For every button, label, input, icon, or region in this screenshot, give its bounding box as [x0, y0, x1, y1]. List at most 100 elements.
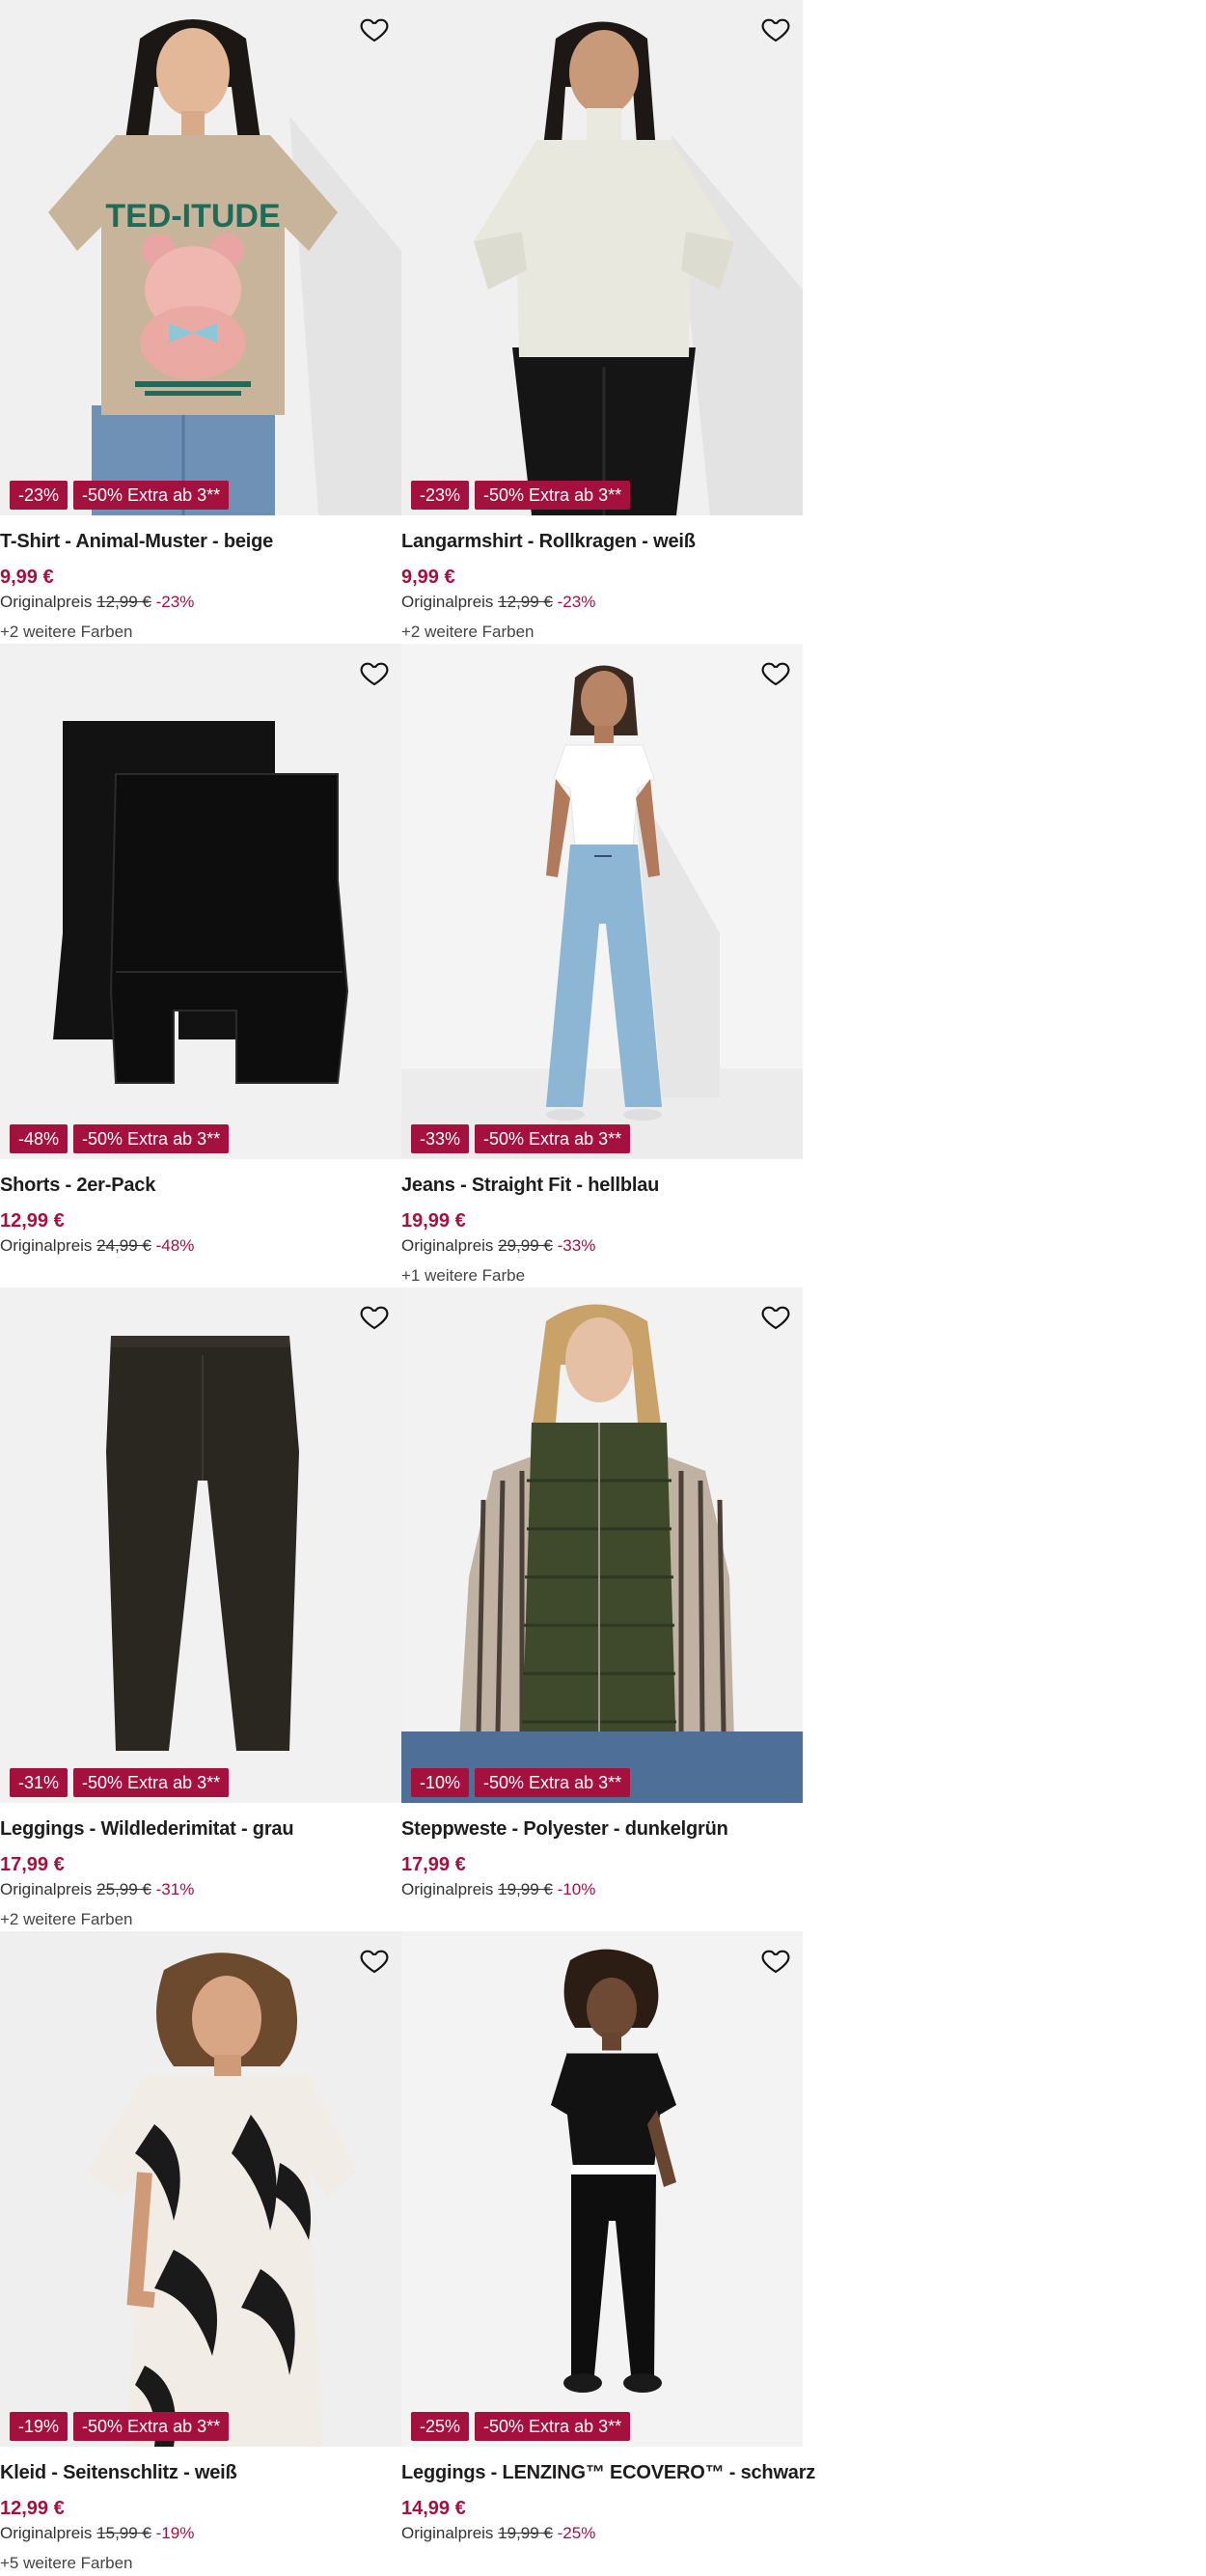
product-card[interactable]: TED-ITUDE -23% -50% Extra ab 3** T-Shirt…: [0, 0, 401, 644]
discount-badge: -23%: [10, 481, 69, 510]
extra-discount-badge: -50% Extra ab 3**: [475, 1124, 631, 1153]
original-price-label: Originalpreis: [0, 1880, 93, 1898]
wishlist-button[interactable]: [756, 10, 795, 48]
original-price-label: Originalpreis: [401, 2524, 494, 2542]
more-colors-link[interactable]: +5 weitere Farben: [0, 2554, 133, 2573]
original-price-label: Originalpreis: [401, 1236, 494, 1255]
original-price: 29,99 €: [498, 1236, 553, 1255]
original-price-line: Originalpreis 12,99 € -23%: [0, 593, 194, 612]
original-price: 15,99 €: [96, 2524, 151, 2542]
original-price-label: Originalpreis: [0, 1236, 93, 1255]
badge-group: -23% -50% Extra ab 3**: [10, 481, 230, 510]
discount-badge: -31%: [10, 1768, 69, 1797]
extra-discount-badge: -50% Extra ab 3**: [73, 1768, 230, 1797]
discount-percent: -25%: [557, 2524, 596, 2542]
product-price: 19,99 €: [401, 1210, 466, 1232]
product-image[interactable]: -33% -50% Extra ab 3**: [401, 644, 803, 1159]
product-title[interactable]: Leggings - Wildlederimitat - grau: [0, 1818, 294, 1841]
product-title[interactable]: Leggings - LENZING™ ECOVERO™ - schwarz: [401, 2462, 815, 2484]
extra-discount-badge: -50% Extra ab 3**: [73, 481, 230, 510]
heart-outline-icon: [360, 662, 389, 686]
original-price-line: Originalpreis 25,99 € -31%: [0, 1880, 194, 1899]
discount-percent: -23%: [557, 593, 596, 611]
product-photo-turtleneck: [401, 0, 803, 515]
product-image[interactable]: -25% -50% Extra ab 3**: [401, 1931, 803, 2447]
product-photo-vest: [401, 1288, 803, 1803]
original-price: 12,99 €: [96, 593, 151, 611]
badge-group: -19% -50% Extra ab 3**: [10, 2412, 230, 2441]
wishlist-button[interactable]: [355, 653, 394, 692]
product-title[interactable]: Jeans - Straight Fit - hellblau: [401, 1175, 659, 1197]
product-photo-tshirt: TED-ITUDE: [0, 0, 401, 515]
original-price: 19,99 €: [498, 1880, 553, 1898]
discount-badge: -25%: [411, 2412, 470, 2441]
discount-badge: -48%: [10, 1124, 69, 1153]
product-image[interactable]: -23% -50% Extra ab 3**: [401, 0, 803, 515]
original-price: 19,99 €: [498, 2524, 553, 2542]
extra-discount-badge: -50% Extra ab 3**: [475, 481, 631, 510]
original-price-line: Originalpreis 29,99 € -33%: [401, 1236, 595, 1256]
product-card[interactable]: -23% -50% Extra ab 3** Langarmshirt - Ro…: [401, 0, 803, 644]
heart-outline-icon: [360, 1306, 389, 1330]
product-card[interactable]: -25% -50% Extra ab 3** Leggings - LENZIN…: [401, 1931, 815, 2575]
product-card[interactable]: -10% -50% Extra ab 3** Steppweste - Poly…: [401, 1288, 803, 1931]
product-price: 9,99 €: [0, 567, 54, 588]
original-price-line: Originalpreis 19,99 € -10%: [401, 1880, 595, 1899]
product-image[interactable]: -48% -50% Extra ab 3**: [0, 644, 401, 1159]
heart-outline-icon: [360, 18, 389, 42]
badge-group: -31% -50% Extra ab 3**: [10, 1768, 230, 1797]
heart-outline-icon: [761, 1306, 790, 1330]
discount-percent: -31%: [155, 1880, 195, 1898]
product-photo-leggings-suede: [0, 1288, 401, 1803]
product-image[interactable]: -10% -50% Extra ab 3**: [401, 1288, 803, 1803]
heart-outline-icon: [761, 18, 790, 42]
original-price: 24,99 €: [96, 1236, 151, 1255]
product-title[interactable]: Shorts - 2er-Pack: [0, 1175, 155, 1197]
badge-group: -33% -50% Extra ab 3**: [411, 1124, 631, 1153]
wishlist-button[interactable]: [756, 653, 795, 692]
wishlist-button[interactable]: [355, 10, 394, 48]
product-price: 17,99 €: [0, 1854, 65, 1875]
wishlist-button[interactable]: [355, 1941, 394, 1980]
product-title[interactable]: Kleid - Seitenschlitz - weiß: [0, 2462, 237, 2484]
wishlist-button[interactable]: [756, 1297, 795, 1336]
product-title[interactable]: Langarmshirt - Rollkragen - weiß: [401, 531, 696, 553]
badge-group: -48% -50% Extra ab 3**: [10, 1124, 230, 1153]
extra-discount-badge: -50% Extra ab 3**: [73, 1124, 230, 1153]
product-image[interactable]: TED-ITUDE -23% -50% Extra ab 3**: [0, 0, 401, 515]
product-title[interactable]: Steppweste - Polyester - dunkelgrün: [401, 1818, 728, 1841]
more-colors-link[interactable]: +2 weitere Farben: [0, 623, 133, 642]
product-card[interactable]: -33% -50% Extra ab 3** Jeans - Straight …: [401, 644, 803, 1288]
product-photo-leggings-black: [401, 1931, 803, 2447]
original-price-line: Originalpreis 15,99 € -19%: [0, 2524, 194, 2543]
discount-percent: -23%: [155, 593, 195, 611]
product-price: 14,99 €: [401, 2498, 466, 2519]
heart-outline-icon: [360, 1950, 389, 1974]
extra-discount-badge: -50% Extra ab 3**: [475, 2412, 631, 2441]
product-photo-jeans: [401, 644, 803, 1159]
more-colors-link[interactable]: +2 weitere Farben: [401, 623, 534, 642]
extra-discount-badge: -50% Extra ab 3**: [475, 1768, 631, 1797]
discount-badge: -10%: [411, 1768, 470, 1797]
badge-group: -25% -50% Extra ab 3**: [411, 2412, 631, 2441]
product-title[interactable]: T-Shirt - Animal-Muster - beige: [0, 531, 273, 553]
original-price-line: Originalpreis 19,99 € -25%: [401, 2524, 595, 2543]
product-image[interactable]: -19% -50% Extra ab 3**: [0, 1931, 401, 2447]
wishlist-button[interactable]: [355, 1297, 394, 1336]
product-image[interactable]: -31% -50% Extra ab 3**: [0, 1288, 401, 1803]
discount-badge: -33%: [411, 1124, 470, 1153]
heart-outline-icon: [761, 1950, 790, 1974]
discount-badge: -23%: [411, 481, 470, 510]
extra-discount-badge: -50% Extra ab 3**: [73, 2412, 230, 2441]
product-card[interactable]: -48% -50% Extra ab 3** Shorts - 2er-Pack…: [0, 644, 401, 1288]
product-card[interactable]: -19% -50% Extra ab 3** Kleid - Seitensch…: [0, 1931, 401, 2575]
product-card[interactable]: -31% -50% Extra ab 3** Leggings - Wildle…: [0, 1288, 401, 1931]
product-photo-shorts: [0, 644, 401, 1159]
product-price: 12,99 €: [0, 1210, 65, 1232]
more-colors-link[interactable]: +1 weitere Farbe: [401, 1266, 525, 1286]
more-colors-link[interactable]: +2 weitere Farben: [0, 1910, 133, 1929]
original-price-label: Originalpreis: [401, 593, 494, 611]
product-price: 17,99 €: [401, 1854, 466, 1875]
wishlist-button[interactable]: [756, 1941, 795, 1980]
discount-percent: -33%: [557, 1236, 596, 1255]
